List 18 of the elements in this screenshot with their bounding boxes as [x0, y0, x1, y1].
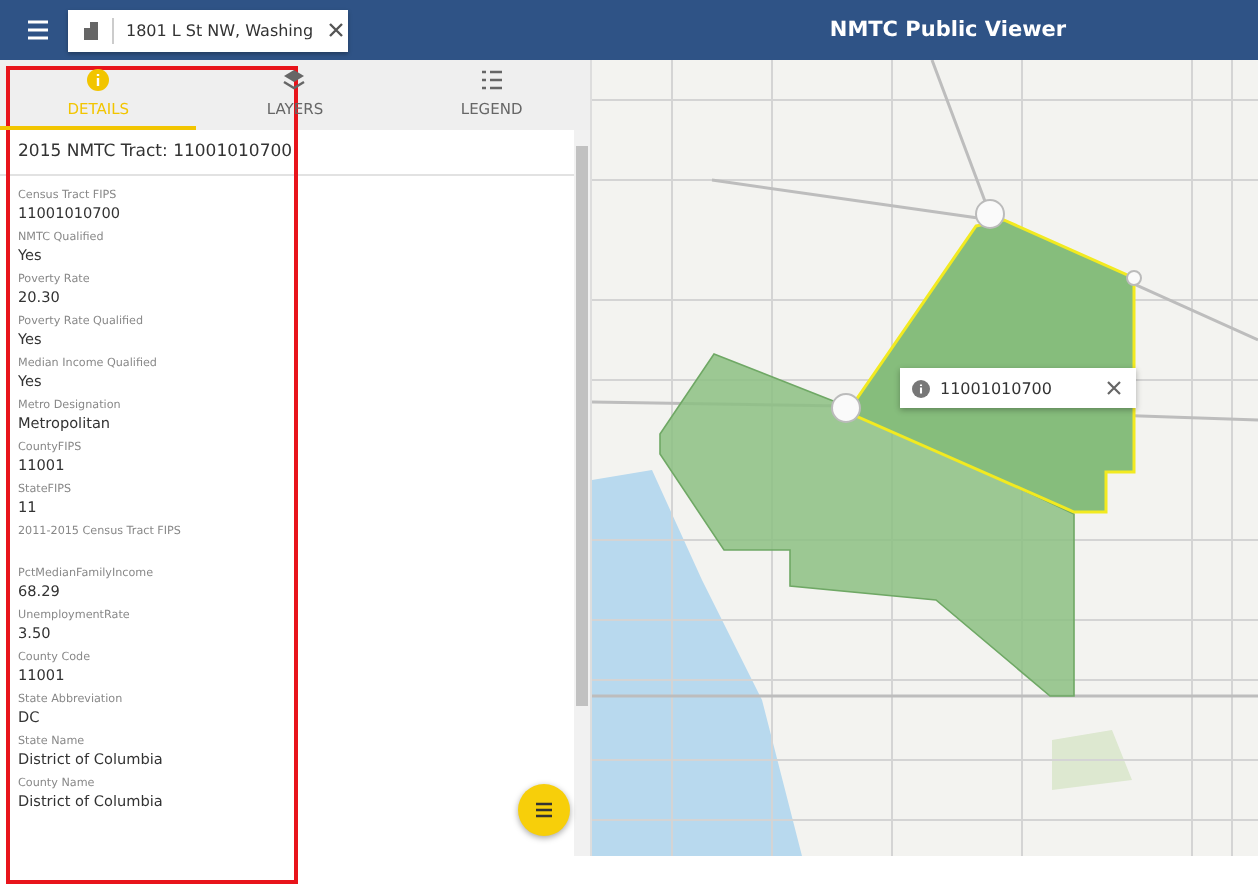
layers-icon: [282, 68, 307, 92]
menu-button[interactable]: [518, 784, 570, 836]
panel-title: 2015 NMTC Tract: 11001010700: [0, 130, 574, 176]
info-icon: [912, 379, 930, 397]
app-title: NMTC Public Viewer: [827, 18, 1069, 42]
scrollbar[interactable]: [574, 130, 590, 856]
popup-text: 11001010700: [940, 379, 1054, 397]
info-icon: [86, 68, 111, 92]
list-icon: [479, 68, 504, 92]
menu-icon[interactable]: [24, 16, 52, 44]
clear-button[interactable]: [326, 20, 346, 40]
close-button[interactable]: [1104, 378, 1124, 398]
close-icon: [1104, 378, 1124, 398]
menu-icon: [534, 800, 554, 820]
close-icon: [326, 20, 346, 40]
building-icon: [82, 20, 102, 40]
search-input[interactable]: 1801 L St NW, Washing: [126, 21, 322, 39]
search-field[interactable]: 1801 L St NW, Washing: [68, 9, 348, 51]
